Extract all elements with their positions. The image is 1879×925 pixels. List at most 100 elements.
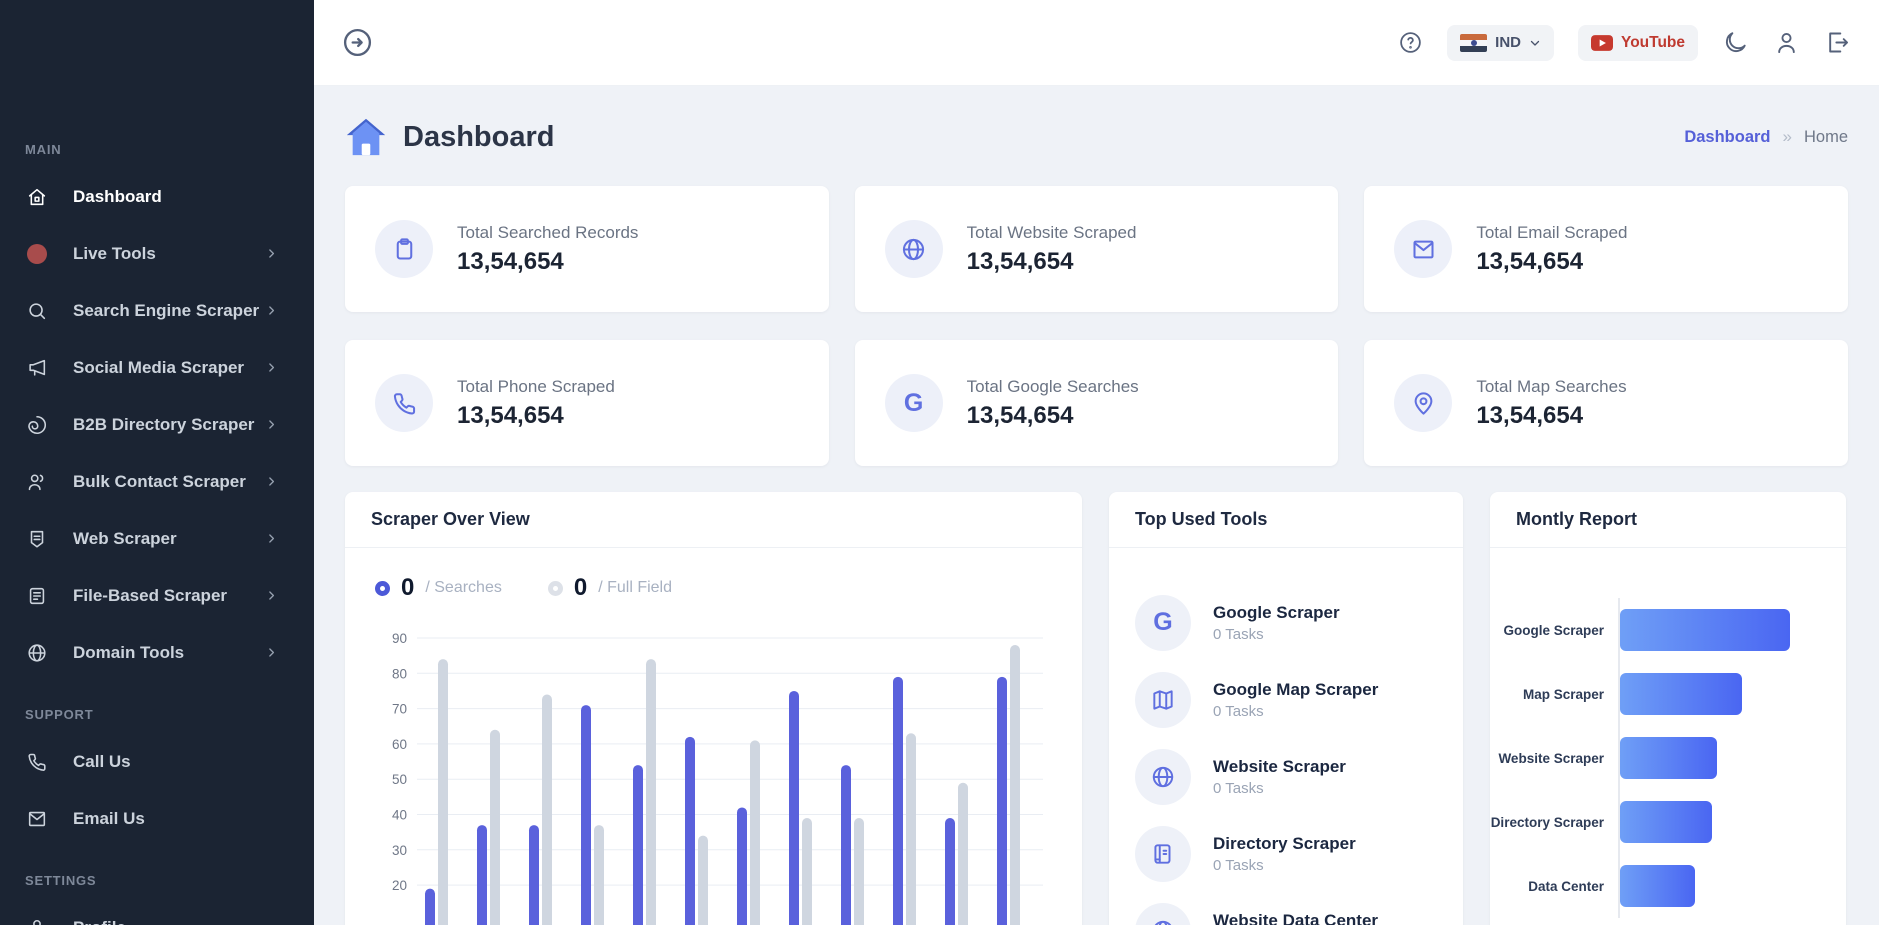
sidebar-item-label: Live Tools [73,244,156,264]
bar-full-field [698,836,708,925]
tool-name: Website Scraper [1213,757,1346,777]
youtube-button[interactable]: YouTube [1578,25,1698,61]
search-icon [26,300,48,322]
language-selector[interactable]: IND [1447,25,1554,61]
profile-button[interactable] [1773,29,1800,56]
user-icon-wrap [25,916,49,925]
top-used-tools-panel: Top Used Tools GGoogle Scraper0 TasksGoo… [1109,492,1463,925]
help-icon [1398,30,1423,55]
sidebar-section-main: MAIN Dashboard Live Tools Search Engine Scr… [0,138,314,681]
logout-button[interactable] [1824,29,1851,56]
bar-searches [581,705,591,925]
sidebar-item-b2b-directory-scraper[interactable]: B2B Directory Scraper [0,396,314,453]
circle-arrow-right-icon [341,26,374,59]
page-header: Dashboard Dashboard » Home [345,110,1848,164]
users-icon [26,471,48,493]
stat-value: 13,54,654 [457,248,638,276]
scraper-overview-panel: Scraper Over View 0/ Searches0/ Full Fie… [345,492,1082,925]
monthly-bar [1620,673,1742,715]
sidebar-item-label: B2B Directory Scraper [73,415,254,435]
tool-row-website-data-center[interactable]: Website Data Center0 Tasks [1109,892,1463,925]
legend-value: 0 [401,574,414,602]
sidebar-item-domain-tools[interactable]: Domain Tools [0,624,314,681]
sidebar-item-bulk-contact-scraper[interactable]: Bulk Contact Scraper [0,453,314,510]
bar-searches [477,825,487,925]
tools-list: GGoogle Scraper0 TasksGoogle Map Scraper… [1109,548,1463,925]
globe-icon [900,236,927,263]
tool-row-google-map-scraper[interactable]: Google Map Scraper0 Tasks [1109,661,1463,738]
home-icon-wrap [25,185,49,209]
sidebar-collapse-button[interactable] [341,26,374,59]
sidebar-section-settings: SETTINGS Profile [0,869,314,925]
bar-full-field [802,818,812,925]
user-icon [26,917,48,925]
tool-name: Directory Scraper [1213,834,1356,854]
mail-icon-wrap [25,807,49,831]
chevron-right-icon [265,589,278,602]
legend-dot-icon [375,581,390,596]
chevron-right-icon [265,475,278,488]
tool-row-website-scraper[interactable]: Website Scraper0 Tasks [1109,738,1463,815]
scraper-overview-body: 0/ Searches 0/ Full Field 908070605040302… [345,548,1082,925]
stat-label: Total Google Searches [967,377,1139,397]
stat-icon-circle [375,220,433,278]
monthly-bar-area [1618,854,1828,918]
sidebar-item-search-engine-scraper[interactable]: Search Engine Scraper [0,282,314,339]
live-dot-icon-wrap [25,242,49,266]
chevron-right-icon [265,361,278,374]
chevron-right-icon [265,304,278,317]
breadcrumb-dashboard-link[interactable]: Dashboard [1684,128,1770,147]
sidebar-item-label: File-Based Scraper [73,586,227,606]
stat-icon-circle [1394,374,1452,432]
stat-card-total-phone-scraped: Total Phone Scraped13,54,654 [345,340,829,466]
sidebar-item-social-media-scraper[interactable]: Social Media Scraper [0,339,314,396]
youtube-label: YouTube [1621,34,1685,52]
stat-value: 13,54,654 [1476,402,1626,430]
scraper-overview-chart: 9080706050403020 [375,616,1051,925]
monthly-bar [1620,801,1712,843]
chevron-right-icon [265,646,278,659]
monthly-row-directory-scraper: Directory Scraper [1490,790,1828,854]
sidebar-item-email-us[interactable]: Email Us [0,790,314,847]
tool-icon-circle [1135,672,1191,728]
sidebar-item-label: Domain Tools [73,643,184,663]
stat-card-total-website-scraped: Total Website Scraped13,54,654 [855,186,1339,312]
sidebar-item-profile[interactable]: Profile [0,899,314,925]
bar-full-field [438,659,448,925]
monthly-bar-area [1618,790,1828,854]
stat-value: 13,54,654 [967,248,1137,276]
monthly-bar-area [1618,598,1828,662]
sidebar-item-live-tools[interactable]: Live Tools [0,225,314,282]
legend-item-searches[interactable]: 0/ Searches [375,574,502,602]
file-icon [26,585,48,607]
y-axis-tick-label: 50 [392,772,407,787]
handshake-icon [26,414,48,436]
bar-full-field [906,733,916,925]
tool-name: Google Map Scraper [1213,680,1378,700]
dark-mode-toggle[interactable] [1722,29,1749,56]
phone-icon-wrap [25,750,49,774]
topbar: IND YouTube [314,0,1879,86]
bar-searches [529,825,539,925]
help-button[interactable] [1398,30,1423,55]
sidebar-section-label: MAIN [0,138,314,162]
y-axis-tick-label: 20 [392,878,407,893]
tool-row-directory-scraper[interactable]: Directory Scraper0 Tasks [1109,815,1463,892]
legend-item-full-field[interactable]: 0/ Full Field [548,574,672,602]
google-g-icon: G [1153,608,1172,637]
india-flag-icon [1460,34,1487,52]
sidebar-item-web-scraper[interactable]: Web Scraper [0,510,314,567]
sidebar-section-label: SETTINGS [0,869,314,893]
chevron-down-icon [1529,37,1541,49]
stat-label: Total Phone Scraped [457,377,615,397]
page-title: Dashboard [403,121,554,154]
bar-searches [789,691,799,925]
sidebar-item-call-us[interactable]: Call Us [0,733,314,790]
sidebar-item-dashboard[interactable]: Dashboard [0,168,314,225]
sidebar-item-file-based-scraper[interactable]: File-Based Scraper [0,567,314,624]
clipboard-icon [391,236,418,263]
tool-row-google-scraper[interactable]: GGoogle Scraper0 Tasks [1109,584,1463,661]
stat-label: Total Email Scraped [1476,223,1627,243]
chevron-right-icon [265,418,278,431]
bar-searches [841,765,851,925]
